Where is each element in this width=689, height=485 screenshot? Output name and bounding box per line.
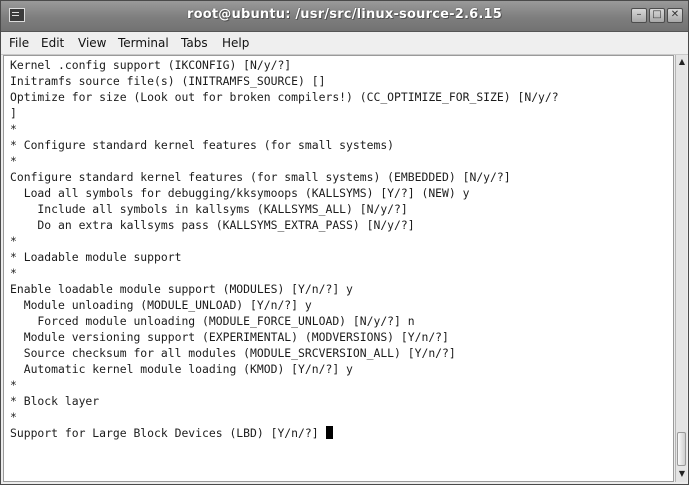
terminal-line: * [10, 154, 17, 168]
terminal-line: Initramfs source file(s) (INITRAMFS_SOUR… [10, 74, 326, 88]
menu-help[interactable]: Help [222, 36, 249, 50]
terminal-line: * [10, 234, 17, 248]
terminal-line: Include all symbols in kallsyms (KALLSYM… [10, 202, 408, 216]
menu-file[interactable]: File [9, 36, 29, 50]
close-button[interactable]: ✕ [667, 8, 683, 23]
text-cursor [326, 426, 334, 439]
title-bar[interactable]: root@ubuntu: /usr/src/linux-source-2.6.1… [1, 1, 688, 32]
scroll-up-arrow-icon[interactable]: ▲ [677, 57, 687, 67]
scrollbar-thumb[interactable] [677, 432, 686, 466]
terminal-line: Source checksum for all modules (MODULE_… [10, 346, 456, 360]
terminal-line: * Block layer [10, 394, 100, 408]
terminal-line: Automatic kernel module loading (KMOD) [… [10, 362, 353, 376]
menu-tabs[interactable]: Tabs [181, 36, 208, 50]
terminal-line: * Loadable module support [10, 250, 182, 264]
terminal-output[interactable]: Kernel .config support (IKCONFIG) [N/y/?… [3, 55, 674, 482]
terminal-line: * [10, 122, 17, 136]
terminal-line: * [10, 410, 17, 424]
menu-terminal[interactable]: Terminal [118, 36, 169, 50]
terminal-line: Do an extra kallsyms pass (KALLSYMS_EXTR… [10, 218, 415, 232]
minimize-button[interactable]: – [631, 8, 647, 23]
terminal-line: * Configure standard kernel features (fo… [10, 138, 395, 152]
window-title: root@ubuntu: /usr/src/linux-source-2.6.1… [187, 7, 502, 22]
terminal-line: Kernel .config support (IKCONFIG) [N/y/?… [10, 58, 292, 72]
menu-view[interactable]: View [78, 36, 106, 50]
maximize-button[interactable]: □ [649, 8, 665, 23]
terminal-line: Forced module unloading (MODULE_FORCE_UN… [10, 314, 415, 328]
scroll-down-arrow-icon[interactable]: ▼ [677, 469, 687, 479]
terminal-line: Optimize for size (Look out for broken c… [10, 90, 559, 104]
terminal-line: Module versioning support (EXPERIMENTAL)… [10, 330, 449, 344]
terminal-line: Module unloading (MODULE_UNLOAD) [Y/n/?]… [10, 298, 312, 312]
terminal-prompt-line: Support for Large Block Devices (LBD) [Y… [10, 426, 334, 441]
menu-edit[interactable]: Edit [41, 36, 64, 50]
terminal-window: root@ubuntu: /usr/src/linux-source-2.6.1… [0, 0, 689, 485]
terminal-line: * [10, 266, 17, 280]
terminal-line: * [10, 378, 17, 392]
terminal-line: ] [10, 106, 17, 120]
terminal-line: Configure standard kernel features (for … [10, 170, 511, 184]
vertical-scrollbar[interactable]: ▲ ▼ [675, 55, 687, 482]
prompt-text: Support for Large Block Devices (LBD) [Y… [10, 426, 326, 440]
terminal-line: Load all symbols for debugging/kksymoops… [10, 186, 470, 200]
menu-bar: File Edit View Terminal Tabs Help [1, 32, 688, 55]
terminal-line: Enable loadable module support (MODULES)… [10, 282, 353, 296]
